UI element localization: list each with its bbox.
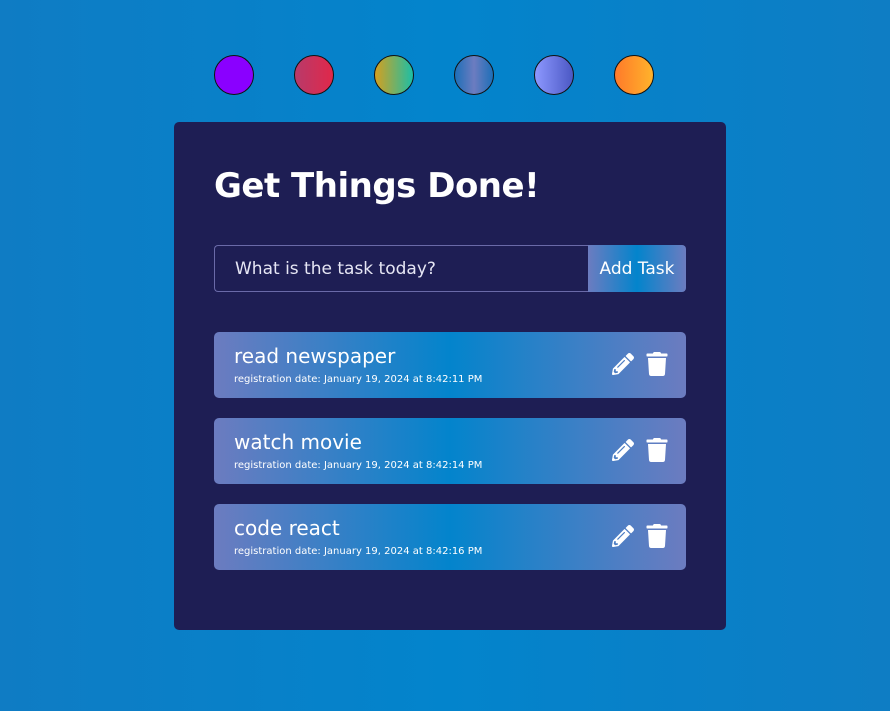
trash-icon[interactable] bbox=[646, 524, 668, 548]
add-task-form: Add Task bbox=[214, 245, 686, 292]
todo-card: Get Things Done! Add Task read newspaper… bbox=[174, 122, 726, 630]
task-date: registration date: January 19, 2024 at 8… bbox=[234, 546, 483, 557]
pencil-icon[interactable] bbox=[612, 524, 634, 548]
theme-swatch-crimson[interactable] bbox=[294, 55, 334, 95]
theme-swatch-periwinkle[interactable] bbox=[534, 55, 574, 95]
task-name: watch movie bbox=[234, 430, 362, 454]
task-item: watch movie registration date: January 1… bbox=[214, 418, 686, 484]
theme-swatch-violet[interactable] bbox=[214, 55, 254, 95]
theme-swatch-gold-teal[interactable] bbox=[374, 55, 414, 95]
add-task-button[interactable]: Add Task bbox=[588, 245, 686, 292]
theme-swatch-sunset[interactable] bbox=[614, 55, 654, 95]
trash-icon[interactable] bbox=[646, 352, 668, 376]
task-name: code react bbox=[234, 516, 340, 540]
task-list: read newspaper registration date: Januar… bbox=[214, 332, 686, 590]
task-actions bbox=[612, 352, 668, 376]
task-item: read newspaper registration date: Januar… bbox=[214, 332, 686, 398]
task-date: registration date: January 19, 2024 at 8… bbox=[234, 374, 483, 385]
task-actions bbox=[612, 438, 668, 462]
task-item: code react registration date: January 19… bbox=[214, 504, 686, 570]
theme-swatches bbox=[214, 55, 654, 95]
task-date: registration date: January 19, 2024 at 8… bbox=[234, 460, 483, 471]
trash-icon[interactable] bbox=[646, 438, 668, 462]
task-input[interactable] bbox=[214, 245, 588, 292]
pencil-icon[interactable] bbox=[612, 352, 634, 376]
pencil-icon[interactable] bbox=[612, 438, 634, 462]
task-name: read newspaper bbox=[234, 344, 396, 368]
task-actions bbox=[612, 524, 668, 548]
theme-swatch-ocean[interactable] bbox=[454, 55, 494, 95]
page-title: Get Things Done! bbox=[214, 166, 540, 206]
